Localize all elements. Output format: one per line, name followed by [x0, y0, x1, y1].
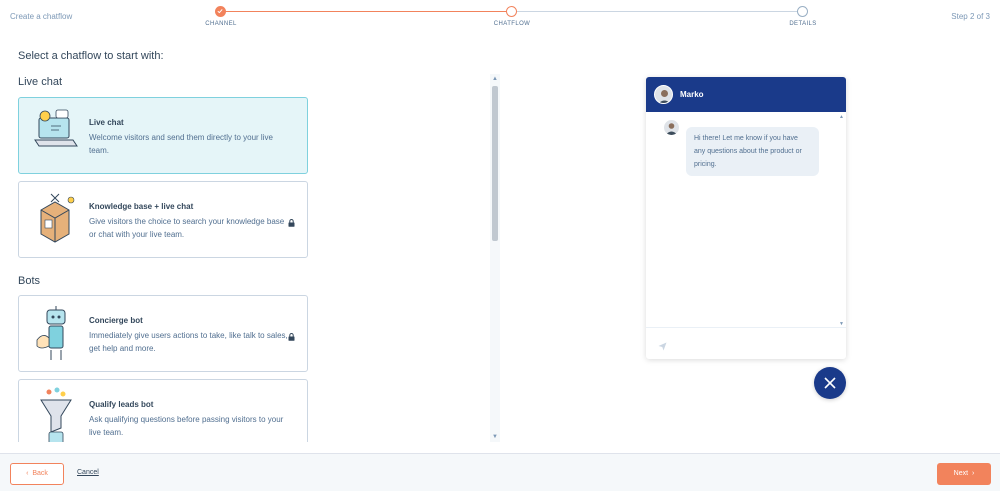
close-chat-button[interactable]	[814, 367, 846, 399]
send-icon	[658, 338, 667, 356]
wizard-header: Create a chatflow CHANNEL CHATFLOW DETAI…	[0, 0, 1000, 36]
scroll-up-arrow-icon[interactable]: ▲	[839, 114, 844, 120]
chat-widget-header: Marko	[646, 77, 846, 112]
card-title: Concierge bot	[89, 316, 143, 325]
card-concierge-bot[interactable]: Concierge bot Immediately give users act…	[18, 295, 308, 372]
lock-icon	[288, 214, 295, 232]
card-description: Welcome visitors and send them directly …	[89, 133, 273, 155]
agent-avatar	[654, 85, 673, 104]
next-label: Next	[953, 470, 969, 477]
close-icon	[824, 377, 836, 389]
agent-name: Marko	[680, 90, 704, 99]
card-knowledge-base-live-chat[interactable]: Knowledge base + live chat Give visitors…	[18, 181, 308, 258]
scroll-down-arrow-icon[interactable]: ▼	[492, 434, 498, 440]
scroll-up-arrow-icon[interactable]: ▲	[492, 76, 498, 82]
card-live-chat[interactable]: Live chat Welcome visitors and send them…	[18, 97, 308, 174]
step-label-channel: CHANNEL	[205, 21, 237, 27]
card-title: Knowledge base + live chat	[89, 202, 194, 211]
section-title-bots: Bots	[18, 275, 41, 287]
scrollbar-thumb[interactable]	[492, 86, 498, 241]
chat-message-bubble: Hi there! Let me know if you have any qu…	[686, 127, 819, 176]
step-progress: CHANNEL CHATFLOW DETAILS	[205, 6, 816, 30]
funnel-bot-illustration	[31, 386, 81, 442]
card-description: Ask qualifying questions before passing …	[89, 415, 284, 437]
card-title: Live chat	[89, 118, 124, 127]
wizard-footer: ‹ Back Cancel Next ›	[0, 453, 1000, 491]
section-title-live-chat: Live chat	[18, 76, 63, 88]
chevron-right-icon: ›	[971, 470, 975, 477]
card-description: Give visitors the choice to search your …	[89, 217, 285, 239]
step-label-details: DETAILS	[789, 21, 817, 27]
concierge-bot-illustration	[31, 302, 81, 366]
pending-step-dot	[797, 6, 808, 17]
page-heading: Select a chatflow to start with:	[18, 50, 164, 62]
message-avatar	[664, 120, 679, 135]
laptop-chat-illustration	[31, 104, 81, 168]
cancel-link[interactable]: Cancel	[77, 469, 99, 476]
chatflow-list[interactable]: Live chat Live chat Welcome visitors and…	[10, 74, 500, 442]
card-qualify-leads-bot[interactable]: Qualify leads bot Ask qualifying questio…	[18, 379, 308, 442]
card-title: Qualify leads bot	[89, 400, 154, 409]
chat-widget-preview: Marko Hi there! Let me know if you have …	[646, 77, 846, 359]
card-description: Immediately give users actions to take, …	[89, 331, 288, 353]
wizard-title: Create a chatflow	[10, 12, 73, 21]
progress-line-complete	[221, 11, 512, 12]
check-icon	[215, 6, 226, 17]
chat-input-area[interactable]	[646, 327, 846, 359]
back-button[interactable]: ‹ Back	[10, 463, 64, 485]
chevron-left-icon: ‹	[26, 470, 29, 477]
step-count: Step 2 of 3	[951, 12, 990, 21]
current-step-dot	[506, 6, 517, 17]
chat-scrollbar[interactable]: ▲ ▼	[839, 114, 845, 327]
lock-icon	[288, 328, 295, 346]
knowledge-base-illustration	[31, 188, 81, 252]
list-scrollbar[interactable]: ▲ ▼	[490, 74, 500, 442]
next-button[interactable]: Next ›	[937, 463, 991, 485]
chat-message-area: Hi there! Let me know if you have any qu…	[646, 112, 846, 327]
progress-line-remaining	[512, 11, 803, 12]
step-label-chatflow: CHATFLOW	[493, 21, 531, 27]
back-label: Back	[32, 470, 48, 477]
